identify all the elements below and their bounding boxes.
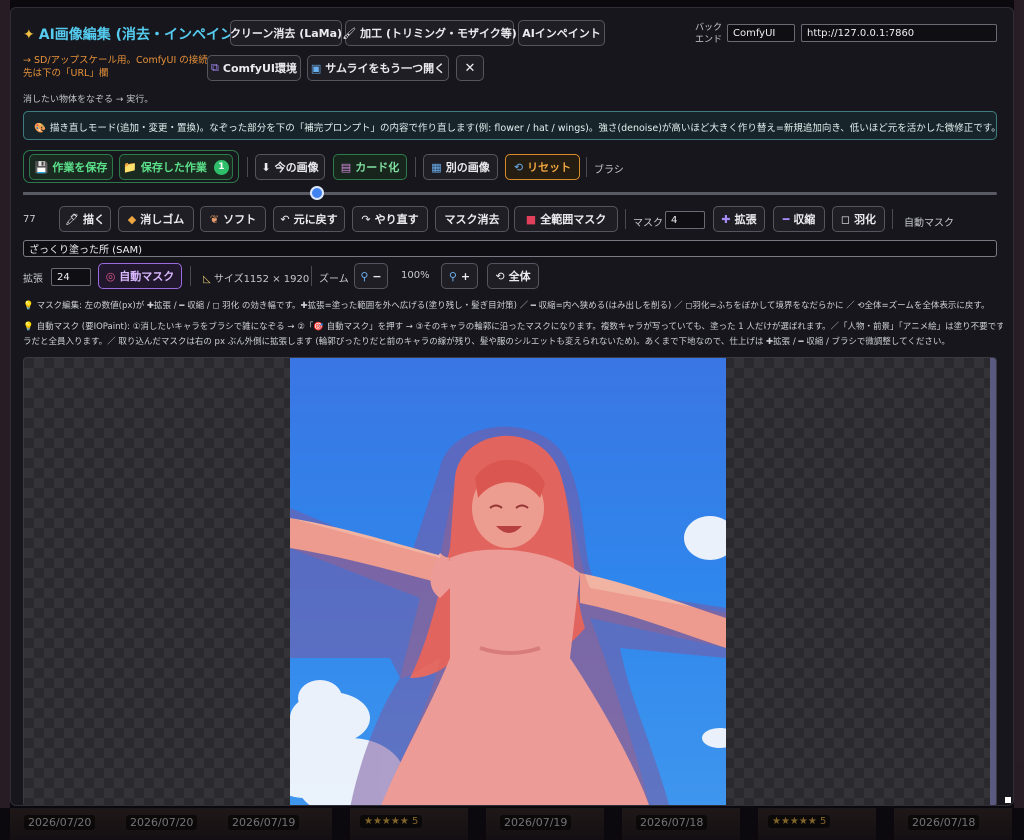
palette-icon: 🎨: [34, 123, 46, 134]
image-size: ◺ サイズ1152 × 1920: [203, 270, 309, 285]
prompt-input[interactable]: [23, 240, 997, 257]
fit-all-button[interactable]: ⟲ 全体: [487, 263, 539, 289]
expand-button[interactable]: ✚ 拡張: [713, 206, 765, 232]
divider: [311, 266, 312, 286]
zoom-in-button[interactable]: ⚲ +: [441, 263, 478, 289]
feather-button[interactable]: ◻ 羽化: [832, 206, 885, 232]
square-icon: ■: [525, 212, 537, 226]
divider: [247, 157, 248, 177]
lama-erase-button[interactable]: クリーン消去 (LaMa): [230, 20, 342, 46]
mask-px-input[interactable]: [665, 211, 705, 229]
image-size-text: サイズ1152 × 1920: [213, 274, 310, 285]
brush-icon: 🖌: [342, 26, 357, 40]
mask-erase-button[interactable]: マスク消去: [435, 206, 509, 232]
mask-label: マスク: [633, 218, 663, 229]
undo-button[interactable]: ↶ 元に戻す: [273, 206, 345, 232]
divider: [892, 209, 893, 229]
divider: [190, 266, 191, 286]
auto-mask-button[interactable]: ◎ 自動マスク: [98, 263, 182, 289]
mask-edit-hint: 💡 マスク編集: 左の数値(px)が ✚拡張 / ━ 収縮 / ◻ 羽化 の効き幅…: [23, 299, 1003, 314]
modal-title-text: AI画像編集 (消去・インペイント): [38, 27, 255, 43]
auto-mask-label: 自動マスク: [904, 218, 954, 229]
target-icon: ◎: [105, 269, 116, 283]
magnifier-icon: ⚲: [360, 269, 369, 283]
ruler-icon: ◺: [203, 274, 214, 285]
canvas-scroll-edge: [990, 358, 996, 805]
slider-thumb[interactable]: [310, 186, 325, 200]
folder-icon: 📁: [123, 160, 137, 174]
zoom-value: 100%: [401, 270, 430, 281]
mask-edit-hint-text: マスク編集: 左の数値(px)が ✚拡張 / ━ 収縮 / ◻ 羽化 の効き幅で…: [36, 301, 990, 311]
ai-inpaint-button[interactable]: AIインペイント: [518, 20, 605, 46]
slider-fill: [23, 192, 318, 195]
reset-icon: ⟲: [513, 160, 524, 174]
feather-square-icon: ◻: [840, 212, 851, 226]
eraser-button[interactable]: ◆ 消しゴム: [118, 206, 194, 232]
download-icon: ⬇: [261, 160, 271, 174]
brush-size-value: 77: [23, 214, 36, 225]
close-button[interactable]: ✕: [456, 55, 484, 81]
brush-label: ブラシ: [594, 165, 624, 176]
magic-wand-icon: ✦: [23, 27, 35, 43]
anime-girl-image: [290, 358, 726, 805]
bulb-icon: 💡: [23, 322, 34, 332]
divider: [586, 157, 587, 177]
divider: [625, 209, 626, 229]
saved-work-button[interactable]: 📁 保存した作業 1: [119, 154, 233, 180]
close-icon: ✕: [464, 60, 476, 76]
resize-handle[interactable]: [1005, 797, 1011, 803]
mask-canvas[interactable]: [23, 357, 997, 805]
reset-view-icon: ⟲: [495, 269, 505, 283]
magnifier-icon: ⚲: [448, 269, 457, 283]
redo-icon: ↷: [361, 212, 371, 226]
comfyui-env-button[interactable]: ⧉ ComfyUI環境: [207, 55, 301, 81]
shrink-button[interactable]: ━ 収縮: [773, 206, 825, 232]
soft-button[interactable]: ❦ ソフト: [200, 206, 266, 232]
backend-select[interactable]: [727, 24, 795, 42]
backend-label: バックエンド: [695, 23, 723, 45]
pen-icon: 🖊: [65, 212, 79, 226]
image-icon: ▦: [431, 160, 442, 174]
eraser-icon: ◆: [127, 212, 137, 226]
modal-title: ✦ AI画像編集 (消去・インペイント): [23, 24, 254, 44]
zoom-out-button[interactable]: ⚲ −: [354, 263, 388, 289]
brush-size-slider[interactable]: [23, 186, 997, 200]
expand-label: 拡張: [23, 274, 43, 285]
redo-button[interactable]: ↷ やり直す: [352, 206, 428, 232]
image-illustration: [290, 358, 726, 805]
floppy-icon: 💾: [34, 160, 49, 174]
mode-info-text: 描き直しモード(追加・変更・置換)。なぞった部分を下の「補完プロンプト」の内容で…: [49, 123, 997, 134]
draw-button[interactable]: 🖊 描く: [59, 206, 111, 232]
node-icon: ⧉: [211, 61, 219, 74]
minus-icon: ━: [782, 212, 790, 226]
current-image-button[interactable]: ⬇ 今の画像: [255, 154, 325, 180]
image-edit-modal: ✦ AI画像編集 (消去・インペイント) → SD/アップスケール用。ComfyU…: [10, 7, 1014, 806]
divider: [415, 157, 416, 177]
other-image-button[interactable]: ▦ 別の画像: [423, 154, 498, 180]
url-input[interactable]: [801, 24, 997, 42]
auto-mask-hint-text: 自動マスク (要IOPaint): ①消したいキャラをブラシで雑になぞる → ②…: [36, 322, 1003, 332]
zoom-label: ズーム: [319, 274, 349, 285]
process-button[interactable]: 🖌 加工 (トリミング・モザイク等): [342, 20, 517, 46]
card-button[interactable]: ▤ カード化: [333, 154, 407, 180]
open-another-button[interactable]: ▣ サムライをもう一つ開く: [307, 55, 449, 81]
card-icon: ▤: [340, 160, 352, 174]
auto-mask-hint-continued: ラだと全員入ります。／ 取り込んだマスクは右の px ぶん外側に拡張します (輪…: [23, 337, 950, 347]
bulb-icon: 💡: [23, 301, 34, 311]
header-instruction: 消したい物体をなぞる → 実行。: [23, 95, 154, 105]
expand-px-input[interactable]: [51, 268, 91, 286]
window-icon: ▣: [310, 61, 322, 75]
saved-count-badge: 1: [213, 159, 229, 175]
save-work-button[interactable]: 💾 作業を保存: [29, 154, 113, 180]
undo-icon: ↶: [280, 212, 290, 226]
reset-button[interactable]: ⟲ リセット: [505, 154, 580, 180]
mode-info-banner: 🎨 描き直しモード(追加・変更・置換)。なぞった部分を下の「補完プロンプト」の内容…: [23, 111, 997, 140]
feather-icon: ❦: [209, 212, 220, 226]
header-note: → SD/アップスケール用。ComfyUI の接続先は下の「URL」欄: [23, 55, 208, 79]
auto-mask-hint: 💡 自動マスク (要IOPaint): ①消したいキャラをブラシで雑になぞる → …: [23, 320, 1003, 335]
plus-icon: ✚: [721, 212, 731, 226]
full-mask-button[interactable]: ■ 全範囲マスク: [514, 206, 618, 232]
